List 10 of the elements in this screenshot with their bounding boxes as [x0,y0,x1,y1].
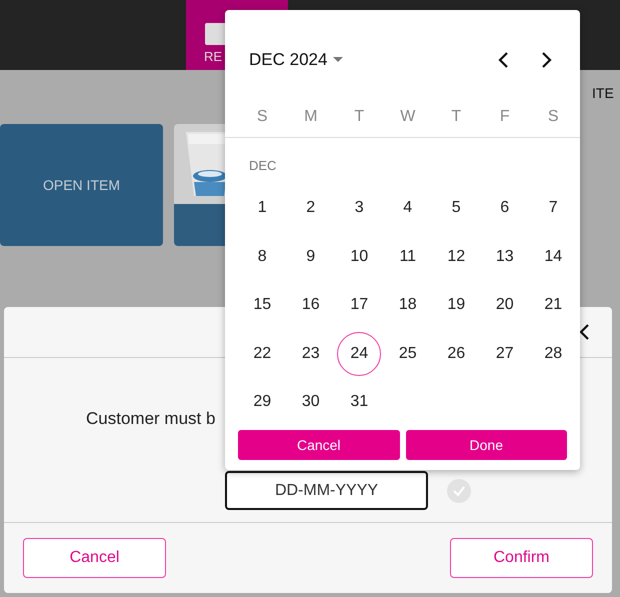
month-label: DEC [249,158,278,175]
weekday-label: T [354,108,364,126]
weekday-label: M [304,108,318,126]
weekday-label: S [548,108,559,126]
message-text: Customer must b [86,409,216,429]
section-heading: ITE [592,85,614,101]
weekday-label: W [400,108,416,126]
weekday-label: T [451,108,462,126]
weekday-label: F [500,108,510,126]
weekday-label: S [256,108,268,126]
